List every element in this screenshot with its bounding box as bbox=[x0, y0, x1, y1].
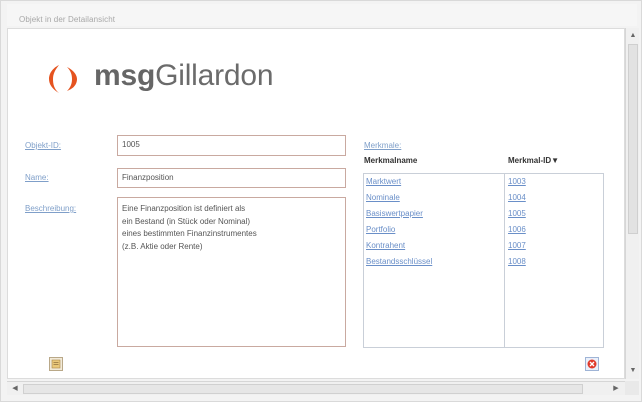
brand-name-regular: Gillardon bbox=[155, 59, 274, 92]
window-title: Objekt in der Detailansicht bbox=[19, 15, 116, 24]
brand-name-bold: msg bbox=[94, 59, 156, 92]
scroll-down-icon[interactable]: ▼ bbox=[628, 366, 638, 376]
horizontal-scrollbar[interactable]: ◀ ▶ bbox=[7, 381, 625, 395]
name-field[interactable]: Finanzposition bbox=[117, 168, 346, 188]
list-column-divider bbox=[504, 174, 505, 347]
sort-descending-icon: ▼ bbox=[551, 156, 560, 165]
merkmale-list[interactable]: Marktwert 1003 Nominale 1004 Basiswertpa… bbox=[363, 173, 604, 348]
scrollbar-corner bbox=[625, 381, 639, 395]
name-label: Name: bbox=[25, 173, 49, 182]
brand-wordmark: msgGillardon bbox=[94, 59, 274, 93]
vertical-scrollbar[interactable]: ▲ ▼ bbox=[625, 28, 639, 379]
description-label: Beschreibung: bbox=[25, 204, 77, 213]
vertical-scroll-thumb[interactable] bbox=[628, 44, 638, 234]
column-header-merkmal-id[interactable]: Merkmal-ID▼ bbox=[508, 156, 559, 165]
window-frame: Objekt in der Detailansicht msgGillardon… bbox=[0, 0, 642, 402]
list-item-id[interactable]: 1005 bbox=[508, 209, 526, 218]
scroll-left-icon[interactable]: ◀ bbox=[10, 384, 20, 394]
list-item-name[interactable]: Nominale bbox=[366, 193, 400, 202]
object-id-label: Objekt-ID: bbox=[25, 141, 62, 150]
column-header-merkmal-id-label: Merkmal-ID bbox=[508, 156, 552, 165]
horizontal-scroll-thumb[interactable] bbox=[23, 384, 583, 394]
edit-icon[interactable] bbox=[49, 357, 63, 371]
window-titlebar: Objekt in der Detailansicht bbox=[7, 4, 637, 26]
scroll-up-icon[interactable]: ▲ bbox=[628, 31, 638, 41]
list-item-name[interactable]: Marktwert bbox=[366, 177, 401, 186]
list-item-name[interactable]: Portfolio bbox=[366, 225, 395, 234]
close-icon[interactable] bbox=[585, 357, 599, 371]
brand-logo-icon bbox=[49, 65, 77, 93]
list-item-name[interactable]: Bestandsschlüssel bbox=[366, 257, 432, 266]
object-id-field[interactable]: 1005 bbox=[117, 135, 346, 156]
list-item-id[interactable]: 1003 bbox=[508, 177, 526, 186]
list-item-name[interactable]: Kontrahent bbox=[366, 241, 405, 250]
list-item-name[interactable]: Basiswertpapier bbox=[366, 209, 423, 218]
merkmale-label: Merkmale: bbox=[364, 141, 402, 150]
list-item-id[interactable]: 1004 bbox=[508, 193, 526, 202]
description-field[interactable]: Eine Finanzposition ist definiert als ei… bbox=[117, 197, 346, 347]
list-item-id[interactable]: 1008 bbox=[508, 257, 526, 266]
column-header-merkmalname[interactable]: Merkmalname bbox=[364, 156, 417, 165]
list-item-id[interactable]: 1007 bbox=[508, 241, 526, 250]
scroll-right-icon[interactable]: ▶ bbox=[611, 384, 621, 394]
list-item-id[interactable]: 1006 bbox=[508, 225, 526, 234]
